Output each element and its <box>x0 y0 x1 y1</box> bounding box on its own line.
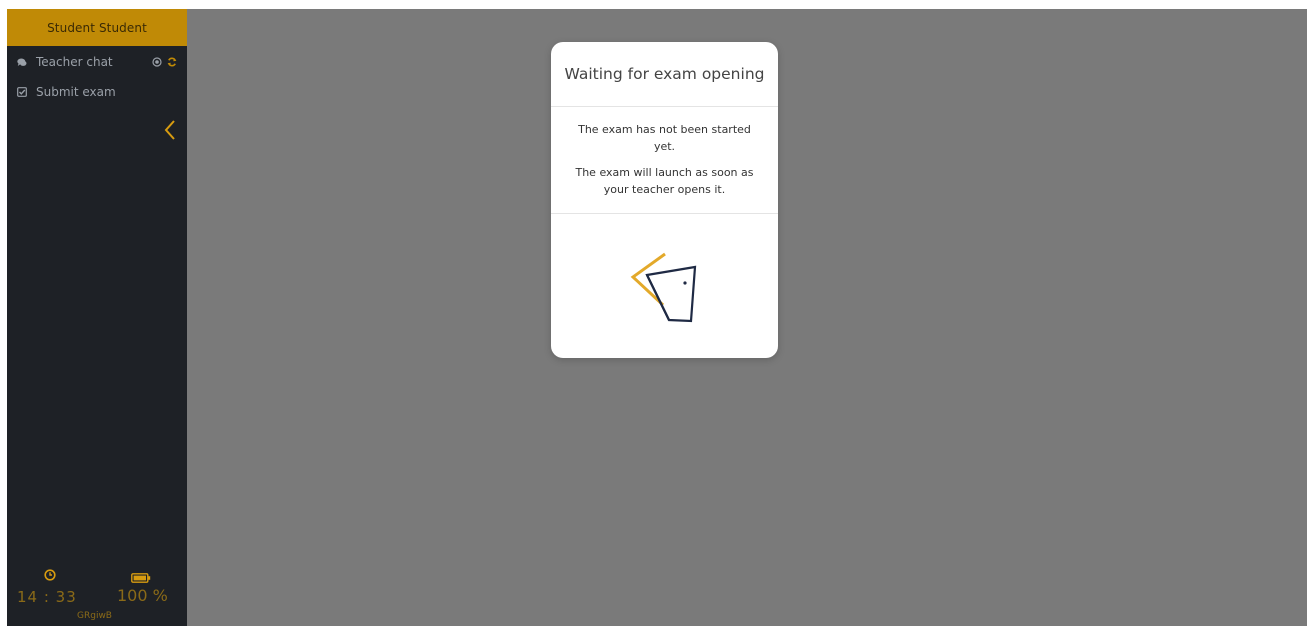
sidebar-footer: 14 : 33 100 % GRgiwB <box>7 566 187 626</box>
battery-level: 100 % <box>117 586 168 605</box>
checkbox-icon <box>17 87 27 97</box>
exam-code: GRgiwB <box>77 611 112 621</box>
sidebar-item-teacher-chat[interactable]: Teacher chat <box>17 55 177 69</box>
chevron-left-icon <box>163 119 177 141</box>
refresh-icon[interactable] <box>167 56 177 70</box>
sidebar: Student Student Teacher chat <box>7 9 187 626</box>
clock-icon <box>44 566 56 585</box>
dialog-message-launch: The exam will launch as soon as your tea… <box>569 155 760 198</box>
clock-time: 14 : 33 <box>17 588 77 606</box>
sidebar-item-label: Submit exam <box>36 85 116 99</box>
battery-icon <box>131 568 151 587</box>
dialog-message-not-started: The exam has not been started yet. <box>569 107 760 155</box>
dialog-title: Waiting for exam opening <box>551 42 778 107</box>
sidebar-item-label: Teacher chat <box>36 55 113 69</box>
user-name-header: Student Student <box>7 9 187 46</box>
user-name: Student Student <box>47 21 147 35</box>
app-frame: Student Student Teacher chat <box>7 9 1307 626</box>
radio-icon <box>152 56 162 70</box>
sidebar-item-submit-exam[interactable]: Submit exam <box>17 85 116 99</box>
door-icon <box>627 248 699 328</box>
waiting-dialog: Waiting for exam opening The exam has no… <box>551 42 778 358</box>
chat-status <box>152 56 177 70</box>
chat-icon <box>17 57 27 67</box>
dialog-body: The exam has not been started yet. The e… <box>551 107 778 214</box>
collapse-sidebar-button[interactable] <box>163 119 177 141</box>
